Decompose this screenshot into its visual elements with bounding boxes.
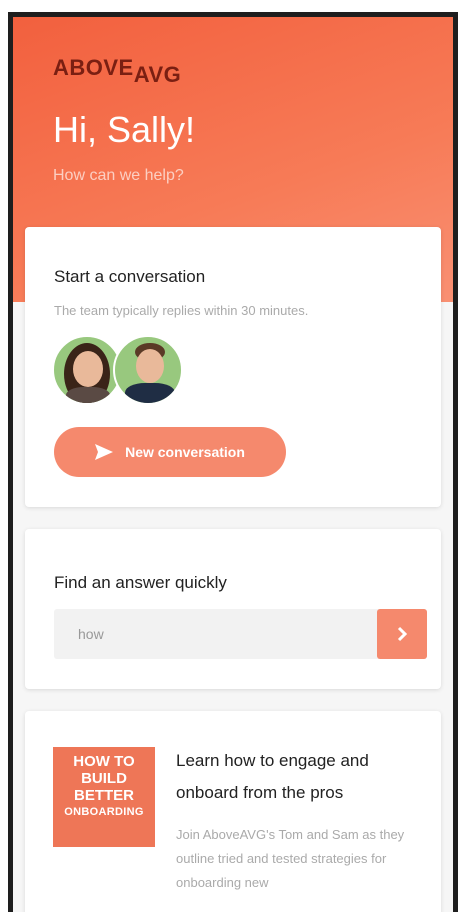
search-box: [54, 609, 427, 659]
search-title: Find an answer quickly: [54, 573, 227, 592]
chevron-right-icon: [397, 626, 407, 642]
help-subtitle: How can we help?: [53, 167, 184, 184]
search-input[interactable]: [54, 609, 376, 659]
messenger-window: ABOVEAVG Hi, Sally! How can we help? Sta…: [8, 12, 458, 912]
avatar: [113, 335, 183, 405]
card-subtitle: The team typically replies within 30 min…: [54, 303, 309, 318]
thumb-line: ONBOARDING: [64, 806, 144, 818]
article-title[interactable]: Learn how to engage and onboard from the…: [176, 745, 416, 809]
card-title: Start a conversation: [54, 267, 206, 286]
avatar: [52, 335, 122, 405]
new-conversation-label: New conversation: [125, 444, 245, 460]
greeting: Hi, Sally!: [53, 109, 196, 150]
article-description: Join AboveAVG's Tom and Sam as they outl…: [176, 827, 405, 890]
search-card: Find an answer quickly: [25, 529, 441, 689]
logo-main: ABOVE: [53, 55, 134, 80]
article-thumbnail: HOW TO BUILD BETTER ONBOARDING: [53, 747, 155, 847]
thumb-line: BUILD: [81, 770, 127, 787]
brand-logo: ABOVEAVG: [53, 55, 181, 87]
thumb-line: BETTER: [74, 787, 134, 804]
send-icon: [95, 444, 114, 460]
new-conversation-button[interactable]: New conversation: [54, 427, 286, 477]
logo-sub: AVG: [133, 62, 182, 87]
thumb-line: HOW TO: [73, 753, 135, 770]
article-card[interactable]: HOW TO BUILD BETTER ONBOARDING Learn how…: [25, 711, 441, 912]
start-conversation-card: Start a conversation The team typically …: [25, 227, 441, 507]
search-submit-button[interactable]: [377, 609, 427, 659]
